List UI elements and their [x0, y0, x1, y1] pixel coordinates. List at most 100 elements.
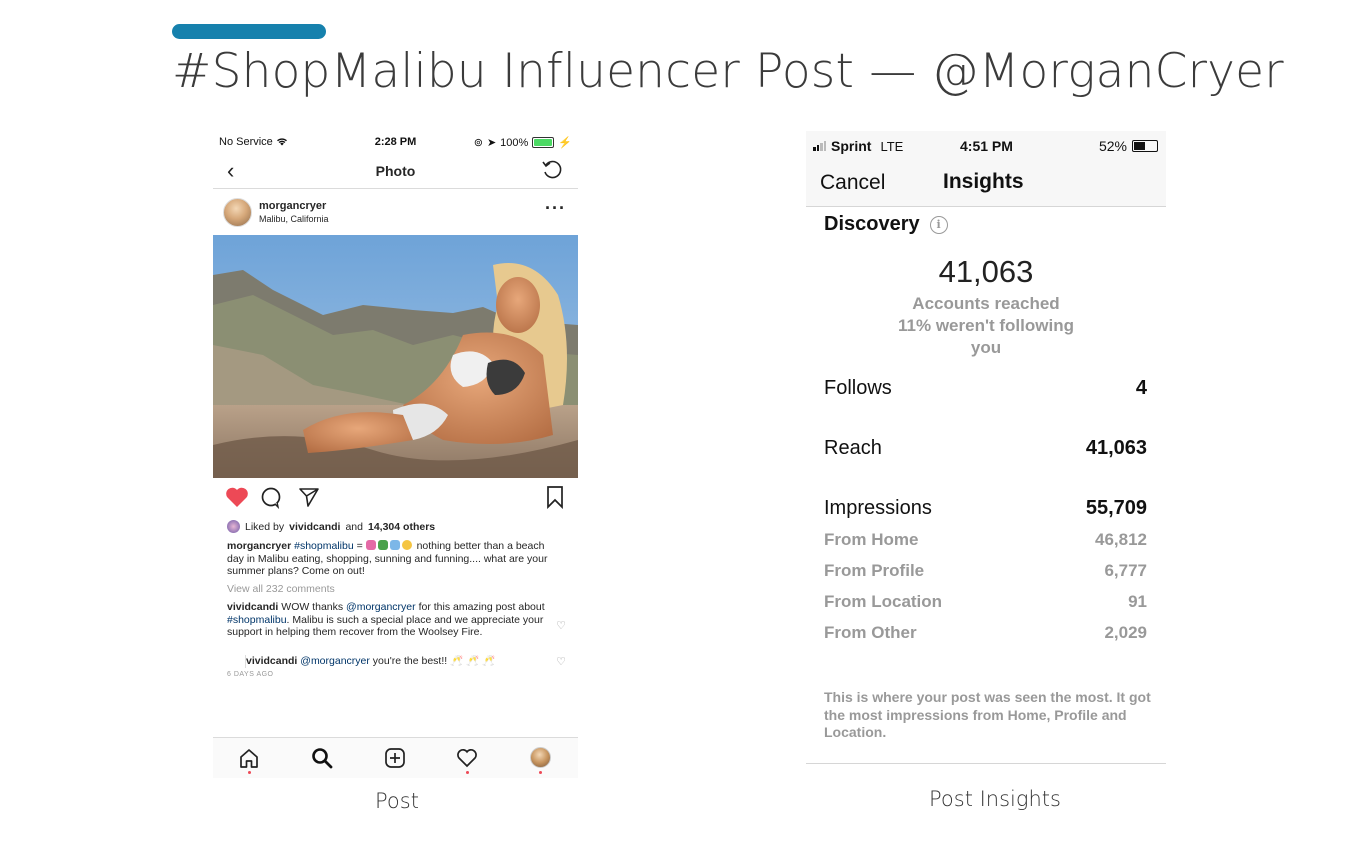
metric-value: 4	[1135, 377, 1147, 399]
location-arrow-icon: ➤	[486, 137, 497, 149]
comment-icon[interactable]	[259, 485, 283, 509]
surfer-icon	[389, 540, 400, 550]
new-post-icon[interactable]	[384, 747, 406, 769]
likes-user[interactable]: vividcandi	[289, 521, 340, 533]
post-location[interactable]: Malibu, California	[259, 214, 329, 224]
likes-summary[interactable]: Liked by vividcandi and 14,304 others	[227, 520, 435, 533]
section-header: Discovery i	[824, 213, 948, 236]
metric-label: From Location	[824, 592, 943, 611]
charging-icon: ⚡	[558, 137, 572, 149]
search-icon[interactable]	[311, 747, 333, 769]
likes-joiner: and	[345, 520, 363, 533]
comment-mention[interactable]: @morgancryer	[346, 601, 416, 613]
reply-username[interactable]: vividcandi	[246, 655, 297, 667]
signal-bars-icon	[813, 141, 826, 151]
photo-nav-bar: ‹ Photo	[213, 154, 578, 189]
metric-row-from-profile: From Profile 6,777	[824, 561, 1147, 581]
comment-reply: vividcandi @morgancryer you're the best!…	[245, 655, 546, 668]
battery-percent: 52%	[1098, 138, 1127, 154]
accounts-reached-label: Accounts reached	[912, 294, 1060, 313]
bottom-tab-bar	[213, 737, 578, 778]
post-photo[interactable]	[213, 235, 578, 478]
cancel-button[interactable]: Cancel	[820, 171, 885, 195]
heart-filled-icon[interactable]	[224, 485, 250, 509]
divider	[806, 763, 1166, 764]
network-label: LTE	[880, 138, 904, 154]
insights-note: This is where your post was seen the mos…	[824, 689, 1151, 740]
lock-rotation-icon: ⊚	[473, 137, 483, 149]
metric-label: From Profile	[824, 561, 925, 580]
metric-value: 46,812	[1095, 530, 1147, 549]
avatar[interactable]	[223, 198, 252, 227]
profile-notification-dot	[539, 771, 542, 774]
nav-title: Insights	[943, 170, 1024, 193]
metric-row-from-location: From Location 91	[824, 592, 1147, 612]
smiley-icon	[401, 540, 412, 550]
metric-row-follows: Follows 4	[824, 377, 1147, 400]
metric-row-reach: Reach 41,063	[824, 437, 1147, 460]
metric-row-from-other: From Other 2,029	[824, 623, 1147, 643]
metric-label: Impressions	[824, 497, 932, 519]
caption-equals: =	[356, 540, 363, 552]
comment-like-heart-icon[interactable]: ♡	[556, 619, 566, 632]
metric-row-from-home: From Home 46,812	[824, 530, 1147, 550]
reply-like-heart-icon[interactable]: ♡	[556, 655, 566, 668]
liker-avatar	[227, 520, 240, 533]
carrier-label: Sprint	[831, 138, 872, 154]
share-icon[interactable]	[297, 485, 321, 509]
metric-value: 55,709	[1085, 497, 1147, 519]
refresh-icon[interactable]	[540, 157, 564, 181]
metric-label: Follows	[824, 377, 892, 399]
battery-icon	[1132, 140, 1158, 152]
accounts-reached-value: 41,063	[938, 254, 1034, 289]
caption-username[interactable]: morgancryer	[227, 540, 291, 552]
battery-percent: 100%	[500, 136, 529, 149]
post-timestamp: 6 DAYS AGO	[227, 671, 274, 678]
home-icon[interactable]	[238, 747, 260, 769]
metric-value: 41,063	[1085, 437, 1147, 459]
section-title: Discovery	[824, 213, 920, 235]
profile-avatar-icon[interactable]	[530, 747, 551, 768]
more-options-icon[interactable]: ···	[545, 198, 566, 219]
activity-heart-icon[interactable]	[456, 747, 478, 769]
battery-icon	[532, 137, 555, 148]
clock: 4:51 PM	[960, 138, 1013, 154]
post-username[interactable]: morgancryer	[259, 200, 326, 212]
bookmark-icon[interactable]	[544, 485, 566, 509]
not-following-label: 11% weren't following you	[898, 316, 1074, 357]
metric-value: 2,029	[1104, 623, 1147, 642]
likes-prefix: Liked by	[245, 520, 285, 533]
metric-value: 91	[1128, 592, 1147, 611]
activity-notification-dot	[466, 771, 469, 774]
caption-hashtag[interactable]: #shopmalibu	[294, 540, 354, 552]
metric-label: From Home	[824, 530, 919, 549]
post-header: morgancryer Malibu, California ···	[213, 190, 578, 234]
insights-nav-bar: Cancel Insights	[806, 159, 1166, 207]
metric-row-impressions: Impressions 55,709	[824, 497, 1147, 520]
home-notification-dot	[248, 771, 251, 774]
shopping-bags-icon	[365, 540, 376, 550]
post-screenshot: No Service 2:28 PM ⊚ ➤ 100% ⚡ ‹ Photo mo…	[213, 128, 578, 778]
palm-tree-icon	[377, 540, 388, 550]
reply-text: you're the best!! 🥂 🥂 🥂	[372, 655, 496, 667]
metric-label: From Other	[824, 623, 917, 642]
view-all-comments-link[interactable]: View all 232 comments	[227, 583, 335, 595]
post-caption-label: Post	[375, 789, 419, 813]
comment: vividcandi WOW thanks @morgancryer for t…	[227, 601, 545, 638]
nav-title: Photo	[375, 163, 416, 179]
comment-hashtag[interactable]: #shopmalibu	[227, 614, 287, 626]
reply-mention[interactable]: @morgancryer	[300, 655, 370, 667]
slide-title: #ShopMalibu Influencer Post — @MorganCry…	[172, 44, 1284, 99]
likes-count[interactable]: 14,304 others	[368, 521, 435, 533]
post-actions	[213, 485, 578, 513]
status-bar: No Service 2:28 PM ⊚ ➤ 100% ⚡	[213, 128, 578, 154]
metric-value: 6,777	[1104, 561, 1147, 580]
info-icon[interactable]: i	[929, 215, 948, 234]
post-caption: morgancryer #shopmalibu = nothing better…	[227, 540, 557, 578]
metric-label: Reach	[824, 437, 882, 459]
insights-caption-label: Post Insights	[929, 787, 1061, 811]
status-bar: Sprint LTE 4:51 PM 52%	[806, 131, 1166, 159]
comment-username[interactable]: vividcandi	[227, 601, 278, 613]
title-accent-bar	[172, 24, 326, 39]
insights-screenshot: Sprint LTE 4:51 PM 52% Cancel Insights D…	[806, 131, 1166, 771]
